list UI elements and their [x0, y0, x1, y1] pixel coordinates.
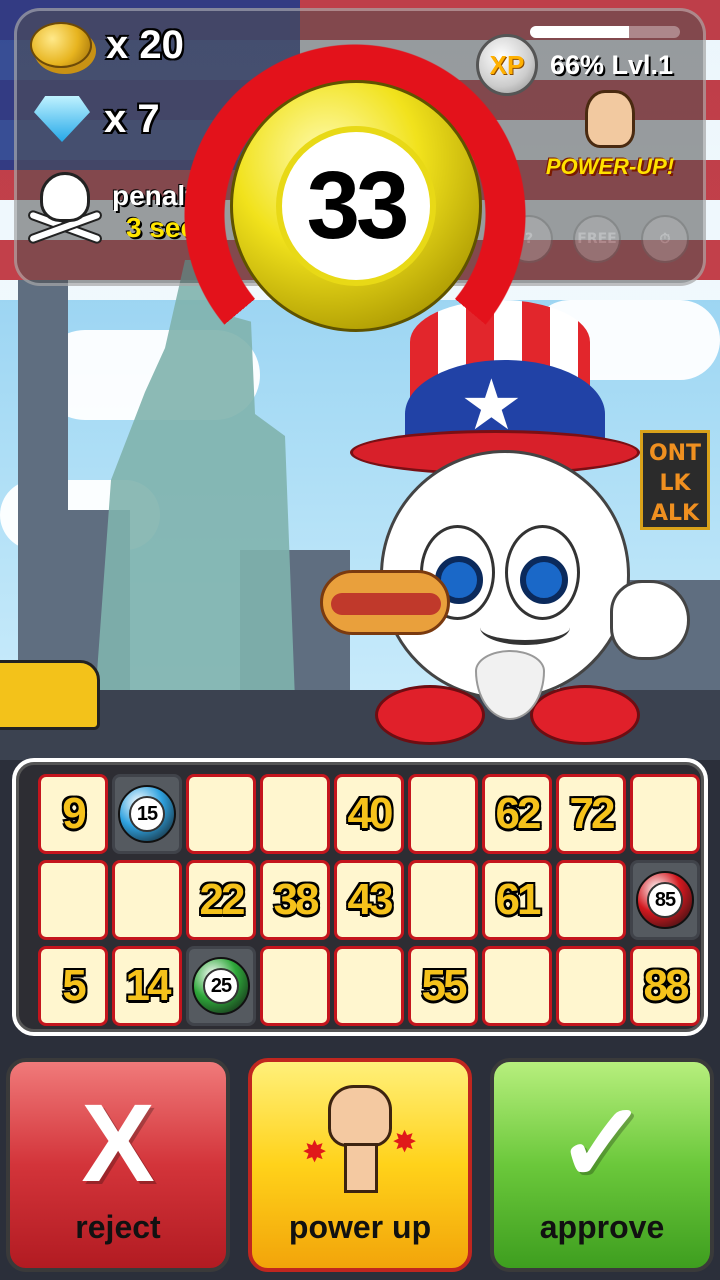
cell-number: 22 — [199, 875, 246, 924]
daubed-ball-icon: 15 — [118, 785, 176, 843]
bingo-cell[interactable]: 5 — [38, 946, 108, 1026]
bingo-cell-marked[interactable]: 15 — [112, 774, 182, 854]
timer-powerup-icon: ⏱ — [641, 215, 689, 263]
bingo-cell[interactable]: 62 — [482, 774, 552, 854]
bingo-cell-empty — [408, 860, 478, 940]
bingo-grid: 9 15 40 62 72 22 38 43 61 85 5 14 25 55 88 — [38, 774, 700, 1026]
bingo-cell-empty — [334, 946, 404, 1026]
xp-badge-icon: XP — [476, 34, 538, 96]
bingo-cell[interactable]: 40 — [334, 774, 404, 854]
bingo-cell[interactable]: 9 — [38, 774, 108, 854]
bingo-cell[interactable]: 88 — [630, 946, 700, 1026]
bingo-cell-empty — [408, 774, 478, 854]
bingo-cell-empty — [630, 774, 700, 854]
bingo-cell-marked[interactable]: 25 — [186, 946, 256, 1026]
mascot-glove — [610, 580, 690, 660]
cell-number: 88 — [643, 961, 690, 1010]
approve-button[interactable]: ✓ approve — [490, 1058, 714, 1272]
called-number: 33 — [306, 152, 410, 259]
cell-number: 5 — [62, 961, 87, 1010]
cell-number: 15 — [129, 796, 165, 832]
cell-number: 14 — [125, 961, 172, 1010]
bingo-cell[interactable]: 38 — [260, 860, 330, 940]
cell-number: 62 — [495, 789, 542, 838]
xp-level-indicator: XP 66% Lvl.1 — [476, 34, 673, 96]
approve-label: approve — [539, 1209, 665, 1245]
free-powerup-icon: FREE — [573, 215, 621, 263]
cell-number: 9 — [62, 789, 87, 838]
cell-number: 61 — [495, 875, 542, 924]
bingo-cell-marked[interactable]: 85 — [630, 860, 700, 940]
right-eye — [505, 525, 580, 620]
x-icon: X — [81, 1082, 155, 1205]
skull-crossbones-icon — [26, 172, 104, 252]
left-shoe — [375, 685, 485, 745]
gems-count: x 7 — [104, 96, 160, 141]
fist-icon — [585, 90, 635, 148]
right-shoe — [530, 685, 640, 745]
mascot-mouth — [480, 610, 570, 645]
gems-counter: x 7 — [34, 96, 160, 142]
reject-label: reject — [75, 1209, 161, 1245]
bingo-cell[interactable]: 55 — [408, 946, 478, 1026]
cell-number: 72 — [569, 789, 616, 838]
cell-number: 38 — [273, 875, 320, 924]
fist-icon: ✸ ✸ — [302, 1085, 417, 1195]
bingo-cell-empty — [186, 774, 256, 854]
cell-number: 25 — [203, 968, 239, 1004]
bingo-cell-empty — [38, 860, 108, 940]
coins-counter: x 20 — [30, 22, 184, 68]
bingo-cell-empty — [556, 860, 626, 940]
bingo-cell[interactable]: 43 — [334, 860, 404, 940]
taxi-car — [0, 660, 100, 730]
xp-level-text: 66% Lvl.1 — [550, 49, 674, 80]
cell-number: 40 — [347, 789, 394, 838]
diamond-icon — [34, 96, 90, 142]
coin-icon — [30, 22, 92, 68]
power-up-button[interactable]: ✸ ✸ power up — [248, 1058, 472, 1272]
bingo-cell[interactable]: 61 — [482, 860, 552, 940]
bingo-cell-empty — [260, 774, 330, 854]
bingo-cell-empty — [556, 946, 626, 1026]
bingo-cell[interactable]: 22 — [186, 860, 256, 940]
bingo-cell[interactable]: 14 — [112, 946, 182, 1026]
cell-number: 43 — [347, 875, 394, 924]
coins-count: x 20 — [106, 22, 184, 67]
hotdog-icon — [320, 570, 450, 635]
powerup-label: POWER-UP! — [545, 154, 675, 179]
checkmark-icon: ✓ — [555, 1082, 649, 1205]
called-bingo-ball: 33 — [230, 80, 482, 332]
reject-button[interactable]: X reject — [6, 1058, 230, 1272]
bingo-card: 9 15 40 62 72 22 38 43 61 85 5 14 25 55 88 — [12, 758, 708, 1036]
bingo-cell-empty — [260, 946, 330, 1026]
bingo-cell-empty — [112, 860, 182, 940]
cell-number: 85 — [647, 882, 683, 918]
powerup-indicator[interactable]: POWER-UP! — [540, 90, 680, 180]
power-up-label: power up — [288, 1209, 432, 1245]
cell-number: 55 — [421, 961, 468, 1010]
bingo-cell[interactable]: 72 — [556, 774, 626, 854]
daubed-ball-icon: 25 — [192, 957, 250, 1015]
bingo-cell-empty — [482, 946, 552, 1026]
daubed-ball-icon: 85 — [636, 871, 694, 929]
inactive-powerups: ? FREE ⏱ — [505, 215, 689, 263]
